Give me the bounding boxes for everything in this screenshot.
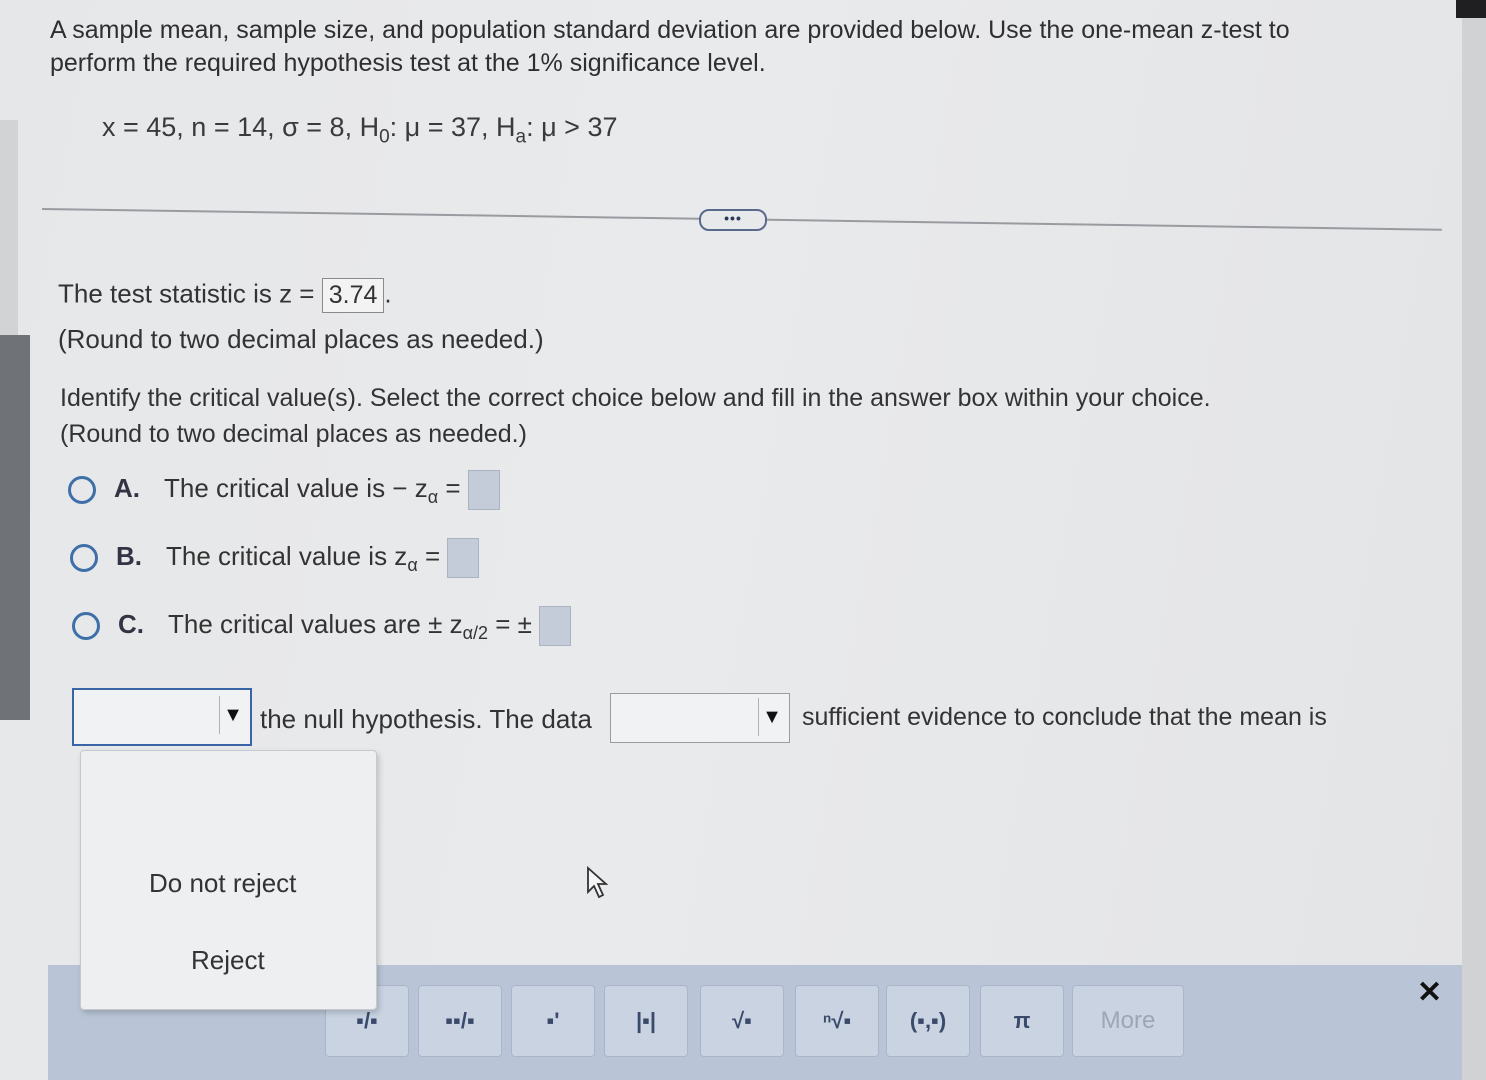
option-a-subscript: α [427,486,439,507]
mouse-cursor-icon [587,866,609,899]
option-a-radio[interactable] [68,476,96,504]
option-a-letter: A. [114,472,140,503]
top-corner [1456,0,1486,18]
decision-dropdown-menu: Do not reject Reject [80,750,377,1010]
critical-instruction: Identify the critical value(s). Select t… [60,384,1211,412]
square-root-icon[interactable]: √▪ [700,985,784,1057]
expand-more-button[interactable]: ••• [699,209,767,231]
more-button[interactable]: More [1072,985,1184,1057]
mixed-number-icon[interactable]: ▪▪/▪ [418,985,502,1057]
option-b-suffix: = [417,540,441,571]
test-statistic-label: The test statistic is z = [58,278,315,309]
given-mid: : μ = 37, H [389,112,516,142]
option-c-radio[interactable] [72,612,100,640]
h0-subscript: 0 [379,126,390,148]
option-b[interactable]: B. The critical value is zα = [70,538,480,578]
left-rail-light [0,120,18,335]
option-c-text: The critical values are ± z [168,608,463,639]
option-c-input[interactable] [539,606,572,646]
given-values: x = 45, n = 14, σ = 8, H0: μ = 37, Ha: μ… [102,112,618,148]
dropdown-option-reject[interactable]: Reject [191,945,265,976]
decision-select[interactable]: ▼ [72,688,252,746]
option-b-text: The critical value is z [166,540,408,571]
pi-icon[interactable]: π [980,985,1064,1057]
option-a-input[interactable] [467,470,500,510]
left-scrollbar[interactable] [0,335,30,720]
nth-root-icon[interactable]: ⁿ√▪ [795,985,879,1057]
option-a-suffix: = [438,472,461,503]
page: A sample mean, sample size, and populati… [0,0,1486,1080]
option-b-input[interactable] [447,538,480,578]
chevron-down-icon[interactable]: ▼ [219,696,246,734]
exponent-icon[interactable]: ▪' [511,985,595,1057]
evidence-select[interactable]: ▼ [610,693,790,743]
conclusion-text-1: the null hypothesis. The data [260,704,592,734]
problem-statement: A sample mean, sample size, and populati… [50,16,1290,77]
given-pre: x = 45, n = 14, σ = 8, H [102,112,380,142]
option-c-suffix: = ± [488,608,532,639]
test-statistic-answer[interactable]: 3.74 [321,278,385,313]
chevron-down-icon[interactable]: ▼ [758,698,785,736]
dropdown-option-do-not-reject[interactable]: Do not reject [149,868,296,899]
option-a-text: The critical value is − z [164,472,428,503]
ha-subscript: a [515,126,527,148]
given-post: : μ > 37 [526,112,618,142]
option-b-subscript: α [407,554,418,575]
option-b-letter: B. [116,540,142,571]
critical-round-note: (Round to two decimal places as needed.) [60,420,527,448]
absolute-value-icon[interactable]: |▪| [604,985,688,1057]
close-icon[interactable]: ✕ [1417,975,1442,1010]
test-statistic-round-note: (Round to two decimal places as needed.) [58,324,544,354]
option-a[interactable]: A. The critical value is − zα = [68,470,500,510]
right-edge [1462,18,1486,1080]
option-c-letter: C. [118,608,144,639]
option-c-subscript: α/2 [462,622,489,643]
test-statistic-line: The test statistic is z = 3.74. [58,278,392,313]
option-b-radio[interactable] [70,544,98,572]
conclusion-text-2: sufficient evidence to conclude that the… [802,703,1327,731]
option-c[interactable]: C. The critical values are ± zα/2 = ± [72,606,572,646]
ordered-pair-icon[interactable]: (▪,▪) [886,985,970,1057]
